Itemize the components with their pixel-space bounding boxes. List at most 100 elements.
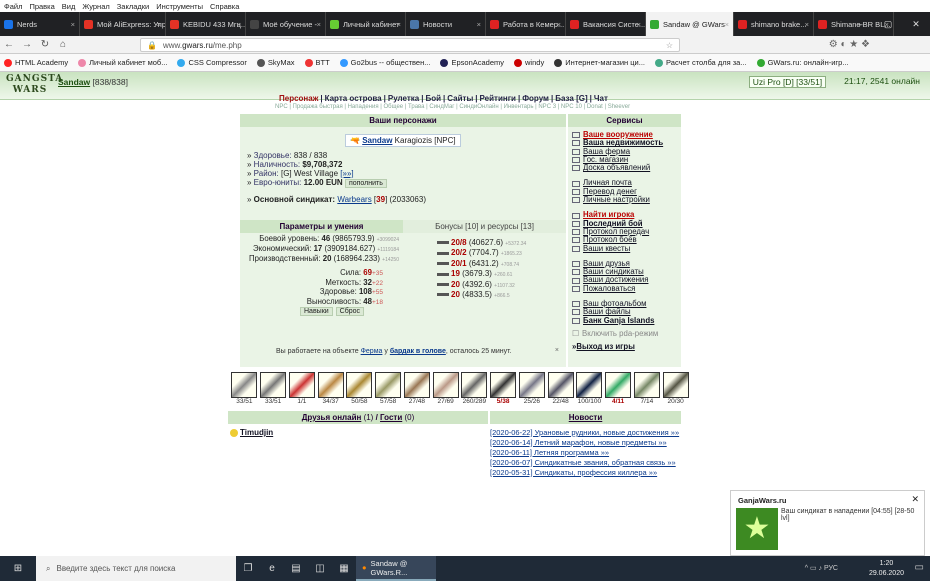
explorer-icon[interactable]: ▤	[284, 556, 308, 581]
nav-link[interactable]: Бой	[425, 94, 441, 103]
home-icon[interactable]: ⌂	[54, 39, 72, 50]
inventory-slot[interactable]: 260/289	[460, 372, 489, 408]
browser-tab[interactable]: Nerds ×	[0, 12, 80, 36]
friends-link[interactable]: Друзья онлайн	[302, 413, 362, 422]
reset-button[interactable]: Сброс	[335, 307, 365, 316]
maximize-icon[interactable]: ▢	[874, 12, 902, 36]
bookmark-item[interactable]: Личный кабинет моб...	[78, 58, 167, 67]
close-window-icon[interactable]: ✕	[902, 12, 930, 36]
inventory-slot[interactable]: 100/100	[575, 372, 604, 408]
inventory-slot[interactable]: 33/51	[230, 372, 259, 408]
nav-link[interactable]: Форум	[522, 94, 549, 103]
bookmark-item[interactable]: EpsonAcademy	[440, 58, 504, 67]
inventory-slot[interactable]: 20/30	[661, 372, 690, 408]
news-item[interactable]: [2020-06-14] Летний марафон, новые предм…	[490, 438, 681, 448]
browser-tab[interactable]: Работа в Кемер... ×	[486, 12, 566, 36]
menu-item[interactable]: Файл	[4, 2, 22, 11]
close-tab-icon[interactable]: ×	[805, 20, 809, 29]
bookmark-item[interactable]: SkyMax	[256, 58, 295, 67]
nav-link[interactable]: Рулетка	[388, 94, 419, 103]
taskbar-clock[interactable]: 1:20 29.06.2020	[869, 559, 904, 579]
player-name[interactable]: Sandaw [838/838]	[58, 77, 128, 87]
inventory-slot[interactable]: 1/1	[288, 372, 317, 408]
close-tab-icon[interactable]: ×	[317, 20, 321, 29]
service-link[interactable]: Банк Ganja Islands	[568, 316, 681, 325]
game-logo[interactable]: GANGSTA WARS	[6, 74, 62, 100]
menu-item[interactable]: Правка	[29, 2, 54, 11]
news-item[interactable]: [2020-06-22] Урановые рудники, новые дос…	[490, 428, 681, 438]
weapon-skill-row[interactable]: 20/2 (7704.7) +1865.23	[437, 248, 522, 257]
weapon-skill-row[interactable]: 20/1 (6431.2) +708.74	[437, 259, 519, 268]
menu-item[interactable]: Справка	[210, 2, 239, 11]
nav-link[interactable]: База [G]	[555, 94, 587, 103]
news-item[interactable]: [2020-06-11] Летняя программа »»	[490, 448, 681, 458]
close-tab-icon[interactable]: ×	[557, 20, 561, 29]
menu-item[interactable]: Инструменты	[156, 2, 203, 11]
topup-button[interactable]: пополнить	[344, 179, 387, 188]
close-tab-icon[interactable]: ×	[397, 20, 401, 29]
item-icon[interactable]	[403, 372, 430, 398]
weapon-skill-row[interactable]: 20/8 (40627.6) +5372.34	[437, 238, 526, 247]
inventory-slot[interactable]: 5/38	[489, 372, 518, 408]
inventory-slot[interactable]: 25/26	[518, 372, 547, 408]
service-link[interactable]: Доска объявлений	[568, 163, 681, 172]
work-object-link[interactable]: Ферма	[361, 348, 383, 355]
toast-notification[interactable]: GanjaWars.ru ✕ ★ Ваш синдикат в нападени…	[730, 490, 925, 556]
forward-icon[interactable]: →	[18, 39, 36, 50]
browser-tab[interactable]: shimano brake... ×	[734, 12, 814, 36]
nav-link[interactable]: Карта острова	[325, 94, 382, 103]
news-item[interactable]: [2020-05-31] Синдикаты, профессия киллер…	[490, 468, 681, 478]
service-link[interactable]: Пожаловаться	[568, 284, 681, 293]
exit-link[interactable]: » Выход из игры	[568, 342, 681, 351]
browser-tab[interactable]: Личный кабинет ×	[326, 12, 406, 36]
inventory-slot[interactable]: 27/69	[431, 372, 460, 408]
item-icon[interactable]	[432, 372, 459, 398]
friend-item[interactable]: Timudjin	[230, 428, 273, 437]
browser-tab[interactable]: Моё обучение - ×	[246, 12, 326, 36]
menu-item[interactable]: Журнал	[82, 2, 109, 11]
nav-link[interactable]: Персонаж	[279, 94, 318, 103]
item-icon[interactable]	[518, 372, 545, 398]
notifications-icon[interactable]: ▭	[915, 562, 924, 573]
store-icon[interactable]: ◫	[308, 556, 332, 581]
skills-button[interactable]: Навыки	[300, 307, 333, 316]
close-tab-icon[interactable]: ×	[637, 20, 641, 29]
nav-link[interactable]: Рейтинги	[480, 94, 516, 103]
pda-toggle[interactable]: ☐ Включить pda-режим	[568, 329, 681, 338]
back-icon[interactable]: ←	[0, 39, 18, 50]
bookmark-item[interactable]: BTT	[304, 58, 330, 67]
bookmark-item[interactable]: windy	[514, 58, 544, 67]
nav-link[interactable]: Сайты	[447, 94, 473, 103]
windows-start-icon[interactable]: ⊞	[6, 556, 30, 581]
browser-tab[interactable]: Новости ×	[406, 12, 486, 36]
item-icon[interactable]	[662, 372, 689, 398]
bookmark-item[interactable]: Расчет столба для за...	[655, 58, 747, 67]
item-icon[interactable]	[576, 372, 603, 398]
weapon-skill-row[interactable]: 20 (4833.5) +866.5	[437, 290, 510, 299]
character-card[interactable]: 🔫 Sandaw Karagiozis [NPC]	[345, 134, 461, 147]
browser-tab[interactable]: KEBIDU 433 Мгц... ×	[166, 12, 246, 36]
system-tray[interactable]: ^ ▭ ♪ РУС	[805, 556, 838, 581]
syndicate-link[interactable]: Uzi Pro [D] [33/51]	[748, 76, 827, 88]
close-tab-icon[interactable]: ×	[725, 20, 729, 29]
taskbar-search[interactable]: ⌕ Введите здесь текст для поиска	[36, 556, 236, 581]
item-icon[interactable]	[633, 372, 660, 398]
close-tab-icon[interactable]: ×	[71, 20, 75, 29]
syndicate-name-link[interactable]: Warbears	[337, 195, 371, 204]
inventory-slot[interactable]: 57/58	[374, 372, 403, 408]
inventory-slot[interactable]: 7/14	[633, 372, 662, 408]
guests-link[interactable]: Гости	[380, 413, 402, 422]
bookmark-item[interactable]: Интернет-магазин ци...	[554, 58, 645, 67]
inventory-slot[interactable]: 33/51	[259, 372, 288, 408]
browser-tab[interactable]: Sandaw @ GWars ×	[646, 12, 734, 36]
inventory-slot[interactable]: 22/48	[546, 372, 575, 408]
item-icon[interactable]	[288, 372, 315, 398]
service-link[interactable]: Ваши квесты	[568, 244, 681, 253]
task-view-icon[interactable]: ❐	[236, 556, 260, 581]
url-input[interactable]: 🔒 www. gwars.ru/me.php ☆	[140, 38, 680, 52]
inventory-slot[interactable]: 34/37	[316, 372, 345, 408]
menu-item[interactable]: Вид	[62, 2, 76, 11]
close-icon[interactable]: ✕	[911, 494, 919, 505]
inventory-slot[interactable]: 27/48	[403, 372, 432, 408]
reload-icon[interactable]: ↻	[36, 39, 54, 50]
